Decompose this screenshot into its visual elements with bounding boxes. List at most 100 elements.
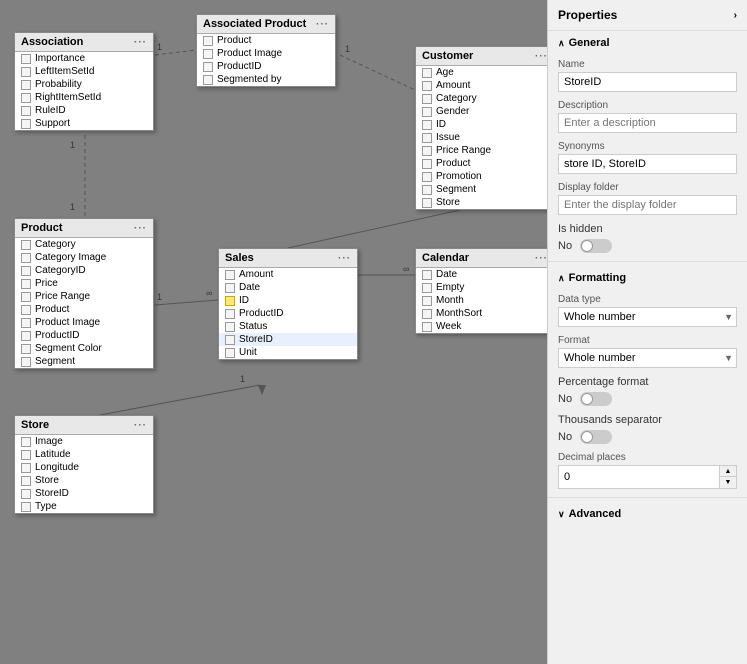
key-field-icon bbox=[225, 296, 235, 306]
table-row: Amount bbox=[416, 79, 547, 92]
field-icon bbox=[21, 331, 31, 341]
decimal-places-input[interactable] bbox=[559, 466, 719, 488]
field-icon bbox=[422, 309, 432, 319]
field-icon bbox=[225, 283, 235, 293]
thousands-toggle[interactable] bbox=[580, 430, 612, 444]
field-icon bbox=[21, 463, 31, 473]
table-row: RuleID bbox=[15, 104, 153, 117]
is-hidden-row: Is hidden bbox=[548, 219, 747, 239]
table-row: Week bbox=[416, 320, 547, 333]
calendar-menu-icon[interactable]: ··· bbox=[535, 253, 547, 264]
spinner-down-button[interactable]: ▼ bbox=[720, 477, 736, 488]
association-menu-icon[interactable]: ··· bbox=[134, 37, 147, 48]
table-row: LeftItemSetId bbox=[15, 65, 153, 78]
general-section-label: General bbox=[569, 37, 610, 49]
table-row: ID bbox=[219, 294, 357, 307]
field-icon bbox=[422, 296, 432, 306]
customer-header: Customer ··· bbox=[416, 47, 547, 66]
format-label: Format bbox=[558, 335, 737, 346]
field-icon bbox=[21, 279, 31, 289]
toggle-knob bbox=[581, 431, 593, 443]
table-row: Price Range bbox=[416, 144, 547, 157]
store-menu-icon[interactable]: ··· bbox=[134, 420, 147, 431]
data-type-select[interactable]: Whole number bbox=[558, 307, 737, 327]
advanced-section-label: Advanced bbox=[569, 508, 622, 520]
advanced-section-header[interactable]: ∨ Advanced bbox=[548, 502, 747, 526]
associated-product-menu-icon[interactable]: ··· bbox=[316, 19, 329, 30]
field-icon bbox=[422, 198, 432, 208]
table-row: Importance bbox=[15, 52, 153, 65]
table-row: ProductID bbox=[15, 329, 153, 342]
sales-header: Sales ··· bbox=[219, 249, 357, 268]
sales-table: Sales ··· Amount Date ID ProductID Statu… bbox=[218, 248, 358, 360]
table-row: Date bbox=[416, 268, 547, 281]
description-label: Description bbox=[558, 100, 737, 111]
field-icon bbox=[21, 450, 31, 460]
table-row: Empty bbox=[416, 281, 547, 294]
field-icon bbox=[422, 94, 432, 104]
field-icon bbox=[21, 253, 31, 263]
diagram-area: 1 1 1 1 1 ∞ 1 ∞ 1 Association ··· Import… bbox=[0, 0, 547, 664]
table-row: Type bbox=[15, 500, 153, 513]
is-hidden-label: Is hidden bbox=[558, 223, 603, 235]
field-icon bbox=[225, 309, 235, 319]
svg-text:1: 1 bbox=[157, 42, 162, 52]
table-row: Support bbox=[15, 117, 153, 130]
thousands-toggle-row: No bbox=[548, 430, 747, 448]
is-hidden-toggle-row: No bbox=[548, 239, 747, 257]
field-icon bbox=[21, 93, 31, 103]
field-icon bbox=[203, 36, 213, 46]
data-type-row: Data type Whole number ▼ bbox=[548, 290, 747, 331]
spinner-up-button[interactable]: ▲ bbox=[720, 466, 736, 477]
description-input[interactable] bbox=[558, 113, 737, 133]
formatting-section-header[interactable]: ∧ Formatting bbox=[548, 266, 747, 290]
field-icon bbox=[21, 67, 31, 77]
table-row: Product bbox=[15, 303, 153, 316]
is-hidden-toggle[interactable] bbox=[580, 239, 612, 253]
format-select-wrap: Whole number ▼ bbox=[558, 348, 737, 368]
pct-format-toggle[interactable] bbox=[580, 392, 612, 406]
store-title: Store bbox=[21, 419, 49, 431]
store-header: Store ··· bbox=[15, 416, 153, 435]
table-row: Product Image bbox=[15, 316, 153, 329]
pct-format-toggle-value: No bbox=[558, 393, 572, 405]
pct-format-label: Percentage format bbox=[558, 376, 649, 388]
customer-menu-icon[interactable]: ··· bbox=[535, 51, 547, 62]
field-icon bbox=[21, 502, 31, 512]
name-field-row: Name bbox=[548, 55, 747, 96]
table-row: Segmented by bbox=[197, 73, 335, 86]
table-row: Issue bbox=[416, 131, 547, 144]
svg-text:1: 1 bbox=[240, 374, 245, 384]
synonyms-label: Synonyms bbox=[558, 141, 737, 152]
properties-collapse-icon[interactable]: › bbox=[734, 10, 737, 21]
table-row: Store bbox=[416, 196, 547, 209]
display-folder-input[interactable] bbox=[558, 195, 737, 215]
table-row: RightItemSetId bbox=[15, 91, 153, 104]
field-icon bbox=[21, 357, 31, 367]
table-row: Category bbox=[15, 238, 153, 251]
format-row: Format Whole number ▼ bbox=[548, 331, 747, 372]
format-select[interactable]: Whole number bbox=[558, 348, 737, 368]
field-icon bbox=[21, 106, 31, 116]
field-icon bbox=[422, 120, 432, 130]
sales-title: Sales bbox=[225, 252, 254, 264]
table-row: StoreID bbox=[15, 487, 153, 500]
field-icon bbox=[225, 322, 235, 332]
synonyms-input[interactable] bbox=[558, 154, 737, 174]
table-row: Amount bbox=[219, 268, 357, 281]
pct-format-toggle-row: No bbox=[548, 392, 747, 410]
synonyms-field-row: Synonyms bbox=[548, 137, 747, 178]
field-icon bbox=[21, 80, 31, 90]
table-row: Category Image bbox=[15, 251, 153, 264]
associated-product-table: Associated Product ··· Product Product I… bbox=[196, 14, 336, 87]
display-folder-label: Display folder bbox=[558, 182, 737, 193]
table-row: Price bbox=[15, 277, 153, 290]
calendar-table: Calendar ··· Date Empty Month MonthSort … bbox=[415, 248, 547, 334]
spinner-buttons: ▲ ▼ bbox=[719, 466, 736, 488]
product-menu-icon[interactable]: ··· bbox=[134, 223, 147, 234]
data-type-select-wrap: Whole number ▼ bbox=[558, 307, 737, 327]
store-table: Store ··· Image Latitude Longitude Store… bbox=[14, 415, 154, 514]
sales-menu-icon[interactable]: ··· bbox=[338, 253, 351, 264]
name-input[interactable] bbox=[558, 72, 737, 92]
general-section-header[interactable]: ∧ General bbox=[548, 31, 747, 55]
